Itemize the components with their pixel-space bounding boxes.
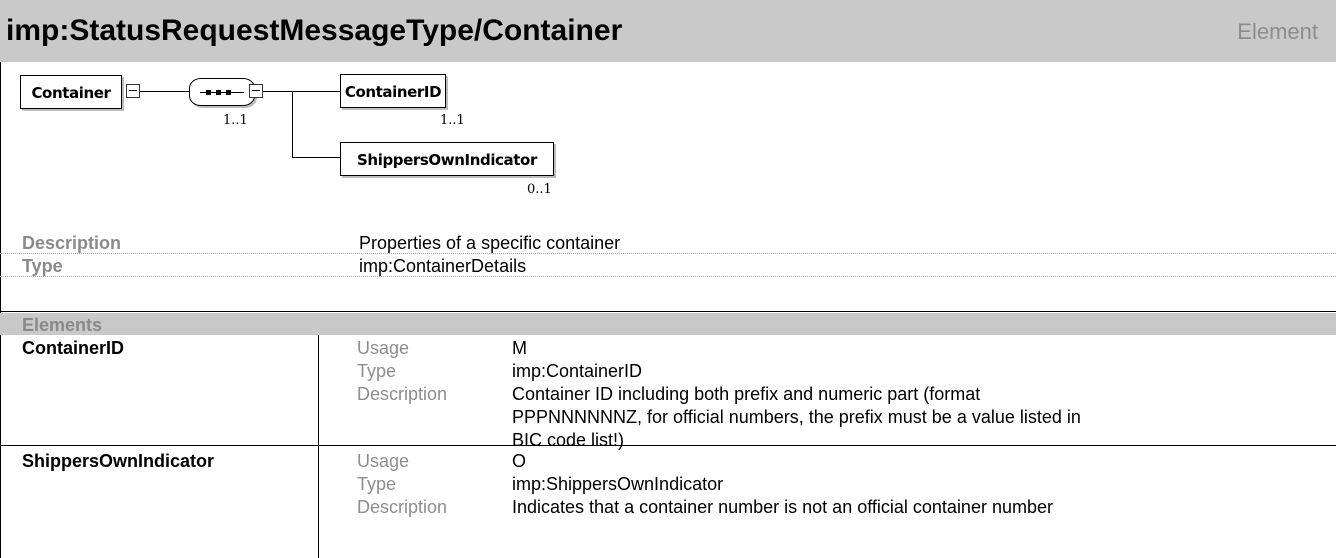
diagram-child-shippersownindicator[interactable]: ShippersOwnIndicator <box>340 142 554 176</box>
child-cardinality: 0..1 <box>527 182 552 197</box>
collapse-toggle-icon[interactable] <box>249 84 263 98</box>
elements-header: Elements <box>0 313 1336 335</box>
row-divider <box>0 445 1336 446</box>
component-kind-label: Element <box>1237 19 1318 44</box>
column-divider <box>318 335 319 558</box>
description-label: Description <box>22 233 122 253</box>
section-divider <box>0 311 1336 312</box>
connector-line <box>292 157 341 158</box>
type-label: Type <box>357 474 397 494</box>
usage-label: Usage <box>357 451 410 471</box>
description-value: Container ID including both prefix and n… <box>512 384 1081 450</box>
type-value: imp:ShippersOwnIndicator <box>512 474 724 494</box>
diagram-child-label: ShippersOwnIndicator <box>357 151 537 169</box>
type-value: imp:ContainerID <box>512 361 643 381</box>
child-cardinality: 1..1 <box>440 113 465 128</box>
description-row: Description Properties of a specific con… <box>0 231 1336 254</box>
title-bar: imp:StatusRequestMessageType/Container E… <box>0 0 1336 62</box>
description-value: Indicates that a container number is not… <box>512 497 1053 517</box>
description-value: Properties of a specific container <box>359 233 621 253</box>
schema-diagram: Container 1..1 ContainerID 1..1 Shippers… <box>0 62 600 222</box>
connector-line <box>292 91 293 157</box>
connector-line <box>140 91 190 92</box>
type-label: Type <box>22 256 63 276</box>
diagram-child-label: ContainerID <box>344 83 442 101</box>
usage-value: M <box>512 338 527 358</box>
usage-label: Usage <box>357 338 410 358</box>
sequence-compositor-icon[interactable] <box>189 78 255 106</box>
diagram-root-element[interactable]: Container <box>20 75 122 109</box>
collapse-toggle-icon[interactable] <box>126 84 140 98</box>
page-title: imp:StatusRequestMessageType/Container <box>6 14 623 47</box>
diagram-root-label: Container <box>31 84 111 102</box>
element-name[interactable]: ContainerID <box>22 338 124 359</box>
diagram-child-containerid[interactable]: ContainerID <box>340 74 446 108</box>
element-name[interactable]: ShippersOwnIndicator <box>22 451 214 472</box>
description-label: Description <box>357 384 448 404</box>
type-row: Type imp:ContainerDetails <box>0 254 1336 277</box>
sequence-cardinality: 1..1 <box>223 113 248 128</box>
elements-header-label: Elements <box>22 315 103 335</box>
usage-value: O <box>512 451 527 471</box>
type-value: imp:ContainerDetails <box>359 256 527 276</box>
description-label: Description <box>357 497 448 517</box>
connector-line <box>263 91 341 92</box>
type-label: Type <box>357 361 397 381</box>
